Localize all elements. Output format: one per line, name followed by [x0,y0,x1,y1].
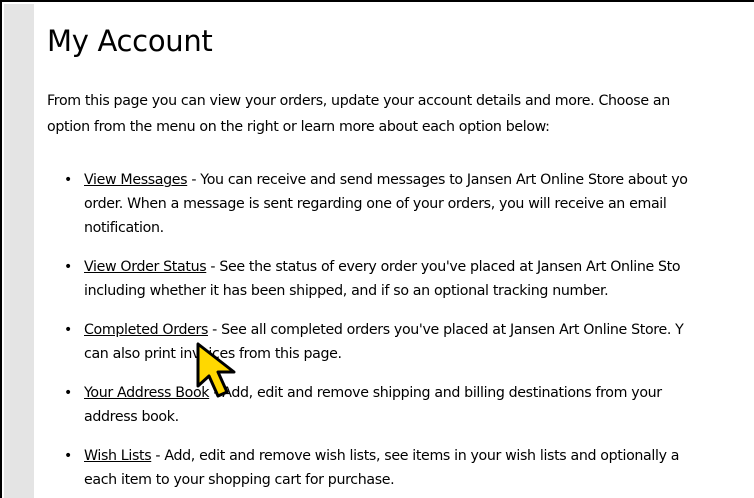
option-description-line-2: can also print invoices from this page. [84,346,342,362]
option-address-book: • Your Address Book - Add, edit and remo… [64,381,754,429]
option-description: - Add, edit and remove shipping and bill… [209,385,662,401]
option-view-order-status: • View Order Status - See the status of … [64,255,754,303]
option-completed-orders: • Completed Orders - See all completed o… [64,318,754,366]
option-wish-lists: • Wish Lists - Add, edit and remove wish… [64,444,754,492]
browser-frame: My Account From this page you can view y… [0,0,754,498]
intro-line-2: option from the menu on the right or lea… [47,119,550,135]
option-line: Your Address Book - Add, edit and remove… [84,381,754,405]
option-line: View Messages - You can receive and send… [84,168,754,192]
bullet-icon: • [64,259,72,275]
option-description: - See all completed orders you've placed… [208,322,684,338]
account-content: My Account From this page you can view y… [34,4,754,498]
option-description: - See the status of every order you've p… [206,259,681,275]
option-description-line-2: address book. [84,409,179,425]
option-description-line-3: notification. [84,220,164,236]
wish-lists-link[interactable]: Wish Lists [84,448,152,464]
account-options-list: • View Messages - You can receive and se… [64,168,754,498]
option-line: Completed Orders - See all completed ord… [84,318,754,342]
view-order-status-link[interactable]: View Order Status [84,259,207,275]
view-messages-link[interactable]: View Messages [84,172,188,188]
intro-line-1: From this page you can view your orders,… [47,93,670,109]
option-description-line-2: including whether it has been shipped, a… [84,283,609,299]
page-title: My Account [47,24,213,58]
bullet-icon: • [64,172,72,188]
completed-orders-link[interactable]: Completed Orders [84,322,208,338]
bullet-icon: • [64,385,72,401]
option-description: - Add, edit and remove wish lists, see i… [151,448,680,464]
intro-text: From this page you can view your orders,… [47,88,754,140]
option-view-messages: • View Messages - You can receive and se… [64,168,754,240]
address-book-link[interactable]: Your Address Book [84,385,210,401]
option-description: - You can receive and send messages to J… [187,172,688,188]
option-description-line-2: each item to your shopping cart for purc… [84,472,395,488]
option-description-line-2: order. When a message is sent regarding … [84,196,667,212]
bullet-icon: • [64,448,72,464]
option-line: View Order Status - See the status of ev… [84,255,754,279]
bullet-icon: • [64,322,72,338]
left-gutter [4,4,34,498]
option-line: Wish Lists - Add, edit and remove wish l… [84,444,754,468]
